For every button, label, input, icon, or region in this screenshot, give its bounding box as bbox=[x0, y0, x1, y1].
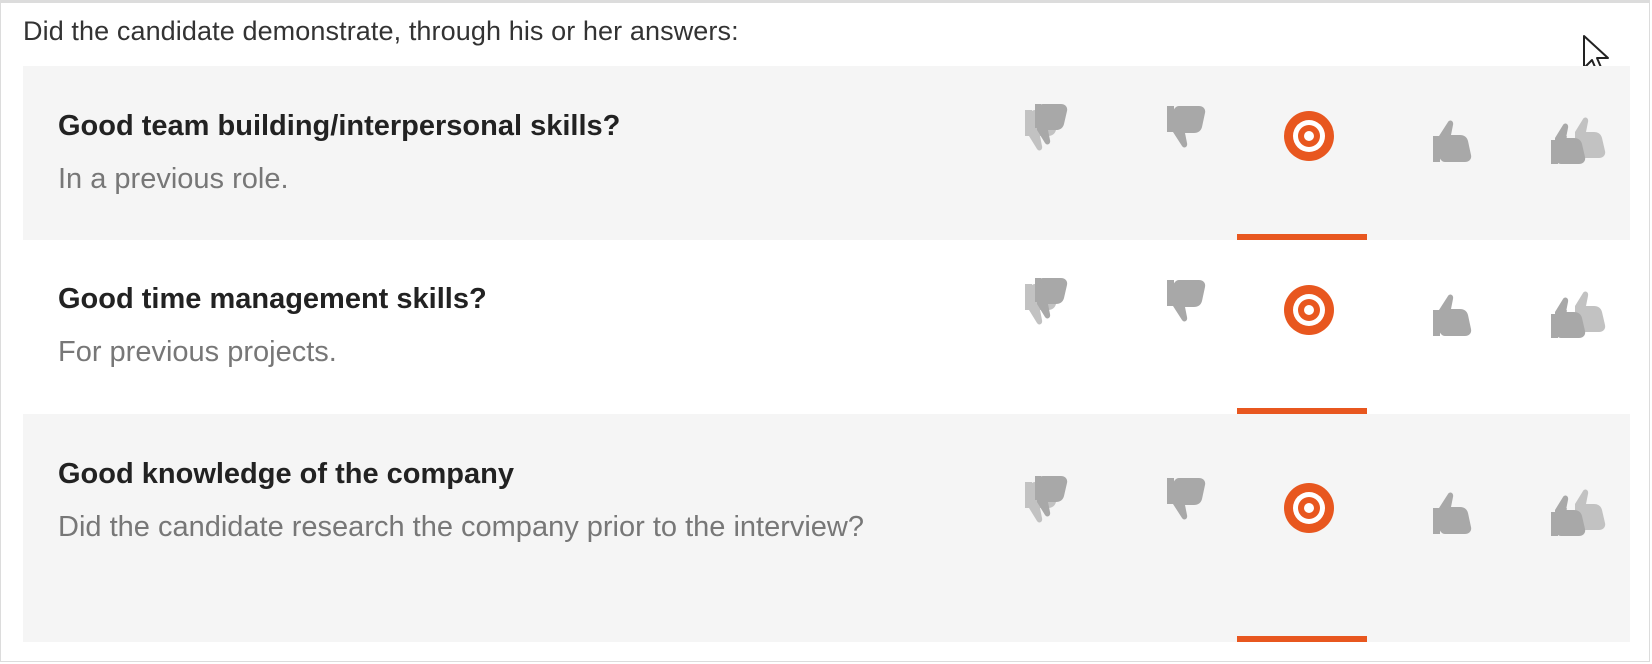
thumbs-down-icon bbox=[1167, 106, 1206, 148]
rating-disagree-button[interactable] bbox=[1113, 474, 1243, 554]
rating-agree-button[interactable] bbox=[1375, 102, 1505, 182]
target-icon bbox=[1284, 111, 1334, 161]
rating-neutral-button[interactable] bbox=[1244, 474, 1374, 554]
rating-strong-disagree-button[interactable] bbox=[983, 276, 1113, 356]
section-intro: Did the candidate demonstrate, through h… bbox=[23, 16, 739, 46]
question-subtitle: In a previous role. bbox=[58, 163, 289, 195]
selected-indicator bbox=[1237, 636, 1367, 642]
question-title: Good time management skills? bbox=[58, 283, 487, 315]
rating-disagree-button[interactable] bbox=[1113, 276, 1243, 356]
rating-agree-button[interactable] bbox=[1375, 276, 1505, 356]
double-thumbs-up-icon bbox=[1551, 489, 1606, 536]
target-icon bbox=[1284, 285, 1334, 335]
double-thumbs-down-icon bbox=[1025, 278, 1068, 325]
question-row-company-knowledge: Good knowledge of the company Did the ca… bbox=[23, 414, 1630, 642]
rating-strong-agree-button[interactable] bbox=[1505, 276, 1635, 356]
question-row-team-building: Good team building/interpersonal skills?… bbox=[23, 66, 1630, 240]
rating-neutral-button[interactable] bbox=[1244, 102, 1374, 182]
rating-strong-disagree-button[interactable] bbox=[983, 102, 1113, 182]
rating-strong-agree-button[interactable] bbox=[1505, 474, 1635, 554]
double-thumbs-down-icon bbox=[1025, 476, 1068, 523]
thumbs-down-icon bbox=[1167, 478, 1206, 520]
thumbs-up-icon bbox=[1433, 120, 1472, 162]
question-title: Good team building/interpersonal skills? bbox=[58, 110, 621, 142]
question-subtitle: For previous projects. bbox=[58, 336, 337, 368]
question-row-time-management: Good time management skills? For previou… bbox=[23, 240, 1630, 414]
thumbs-up-icon bbox=[1433, 294, 1472, 336]
rating-disagree-button[interactable] bbox=[1113, 102, 1243, 182]
double-thumbs-up-icon bbox=[1551, 291, 1606, 338]
rating-strong-disagree-button[interactable] bbox=[983, 474, 1113, 554]
thumbs-down-icon bbox=[1167, 280, 1206, 322]
double-thumbs-up-icon bbox=[1551, 117, 1606, 164]
rating-neutral-button[interactable] bbox=[1244, 276, 1374, 356]
rating-strong-agree-button[interactable] bbox=[1505, 102, 1635, 182]
thumbs-up-icon bbox=[1433, 492, 1472, 534]
rating-agree-button[interactable] bbox=[1375, 474, 1505, 554]
double-thumbs-down-icon bbox=[1025, 104, 1068, 151]
question-title: Good knowledge of the company bbox=[58, 458, 514, 490]
target-icon bbox=[1284, 483, 1334, 533]
question-subtitle: Did the candidate research the company p… bbox=[58, 511, 864, 543]
